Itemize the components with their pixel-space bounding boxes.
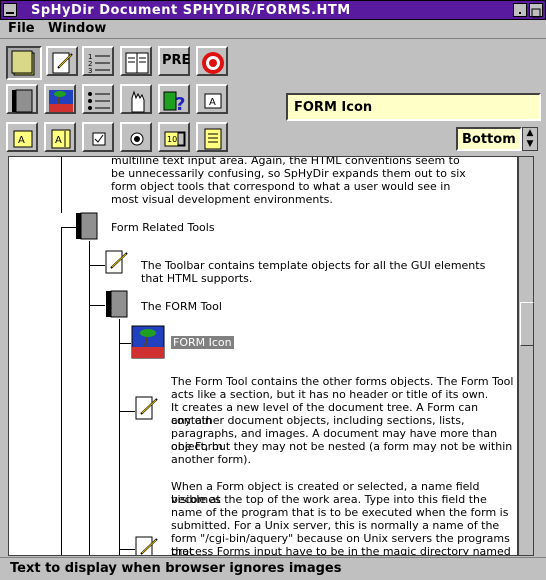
align-field[interactable]: Bottom: [456, 127, 522, 151]
status-text: Text to display when browser ignores ima…: [10, 561, 342, 576]
text-a-icon: A: [204, 93, 222, 109]
maximize-icon: [531, 8, 541, 18]
tool-checkbox[interactable]: [82, 122, 114, 152]
tree-line: [89, 241, 90, 555]
paragraph-text-line: name of the program that is to be execut…: [171, 506, 509, 519]
svg-text:?: ?: [175, 94, 185, 114]
status-bar: Text to display when browser ignores ima…: [0, 557, 546, 580]
paragraph-text-line: that HTML supports.: [141, 272, 253, 285]
minimize-button[interactable]: [513, 3, 527, 17]
tool-input-text[interactable]: A: [6, 122, 38, 152]
tool-radio[interactable]: [120, 122, 152, 152]
paragraph-text-line: be unnecessarily confusing, so SpHyDir e…: [111, 167, 466, 180]
section-title[interactable]: Form Related Tools: [111, 221, 215, 234]
svg-text:A: A: [55, 135, 62, 146]
paragraph-text-line: process Forms input have to be in the ma…: [171, 545, 511, 556]
pre-label: PRE: [162, 53, 191, 68]
paragraph-text-line: The Form Tool contains the other forms o…: [171, 375, 514, 388]
paragraph-text-line: visible at the top of the work area. Typ…: [171, 493, 487, 506]
help-question-icon: ?: [163, 91, 185, 114]
radio-icon: [130, 132, 144, 146]
paragraph-icon[interactable]: [135, 395, 159, 423]
tool-help[interactable]: ?: [158, 84, 190, 114]
scrollbar-thumb[interactable]: [520, 302, 534, 346]
align-spinner[interactable]: ▲ ▼: [522, 127, 538, 151]
checkbox-icon: [92, 132, 106, 146]
input-a-icon: A: [13, 130, 33, 148]
paragraph-text-line: The Toolbar contains template objects fo…: [141, 259, 486, 272]
form-section-icon[interactable]: [105, 290, 129, 318]
window-title: SpHyDir Document SPHYDIR/FORMS.HTM: [31, 3, 351, 18]
tool-text-field[interactable]: A: [196, 84, 228, 114]
section-icon[interactable]: [75, 212, 99, 240]
tool-textarea[interactable]: A: [44, 122, 76, 152]
tool-definition-list[interactable]: [120, 46, 152, 76]
tool-section[interactable]: [6, 46, 42, 80]
image-icon[interactable]: [131, 325, 165, 359]
system-menu-button[interactable]: [3, 3, 17, 17]
tool-ordered-list[interactable]: 123: [82, 46, 114, 76]
tree-line: [119, 343, 131, 344]
svg-text:3: 3: [88, 67, 92, 75]
menu-window[interactable]: Window: [48, 21, 106, 36]
tool-unordered-list[interactable]: [82, 84, 114, 114]
tool-target[interactable]: [196, 46, 228, 76]
section-title[interactable]: The FORM Tool: [141, 300, 222, 313]
svg-text:A: A: [209, 97, 216, 108]
tree-line: [89, 305, 105, 306]
tool-preformatted[interactable]: PRE: [158, 46, 190, 76]
beach-image-icon: [49, 90, 73, 112]
paragraph-icon[interactable]: [105, 249, 129, 277]
tool-form[interactable]: [6, 84, 38, 114]
bullet-list-icon: [88, 92, 110, 110]
listbox-icon: [204, 128, 222, 150]
pencil-page-icon: [52, 52, 73, 74]
tool-listbox[interactable]: [196, 122, 228, 152]
paragraph-text-line: form object tools that correspond to wha…: [111, 180, 451, 193]
textarea-a-icon: A: [51, 129, 71, 149]
spin-down-icon[interactable]: ▼: [523, 139, 537, 150]
tool-image[interactable]: [44, 84, 76, 114]
menu-bar: File Window: [0, 20, 546, 39]
tree-line: [119, 319, 120, 555]
vertical-scrollbar[interactable]: [518, 156, 534, 556]
paragraph-text-line: multiline text input area. Again, the HT…: [111, 156, 460, 167]
tree-line: [89, 265, 105, 266]
tree-line: [119, 411, 135, 412]
maximize-button[interactable]: [529, 3, 543, 18]
system-menu-icon: [6, 12, 14, 14]
svg-text:A: A: [18, 135, 25, 146]
form-notebook-icon: [12, 89, 33, 113]
hand-icon: [131, 90, 145, 113]
tool-select[interactable]: 10: [158, 122, 190, 152]
document-tree[interactable]: multiline text input area. Again, the HT…: [8, 156, 518, 556]
tree-line: [61, 227, 62, 555]
select-list-icon: 10: [164, 131, 186, 147]
tool-paragraph[interactable]: [46, 46, 78, 76]
paragraph-text-line: submitted. For a Unix server, this is no…: [171, 519, 500, 532]
notebook-icon: [11, 50, 35, 76]
tree-line: [119, 549, 135, 550]
paragraph-text-line: any other document objects, including se…: [171, 414, 465, 427]
image-label[interactable]: FORM Icon: [171, 336, 234, 349]
paragraph-text-line: object, but they may not be nested (a fo…: [171, 440, 513, 453]
paragraph-text-line: acts like a section, but it has no heade…: [171, 388, 489, 401]
paragraph-icon[interactable]: [135, 535, 159, 555]
spin-up-icon[interactable]: ▲: [523, 128, 537, 139]
title-bar: SpHyDir Document SPHYDIR/FORMS.HTM: [0, 0, 546, 20]
name-field[interactable]: FORM Icon: [286, 93, 541, 121]
target-icon: [202, 52, 224, 74]
paragraph-text-line: most visual development environments.: [111, 193, 333, 206]
book-page-icon: [125, 52, 149, 74]
svg-text:10: 10: [167, 135, 177, 144]
minimize-icon: [519, 12, 521, 14]
tree-line: [61, 157, 62, 213]
menu-file[interactable]: File: [8, 21, 35, 36]
paragraph-text-line: another form).: [171, 453, 251, 466]
tool-hand[interactable]: [120, 84, 152, 114]
numbered-list-icon: 123: [88, 53, 110, 75]
